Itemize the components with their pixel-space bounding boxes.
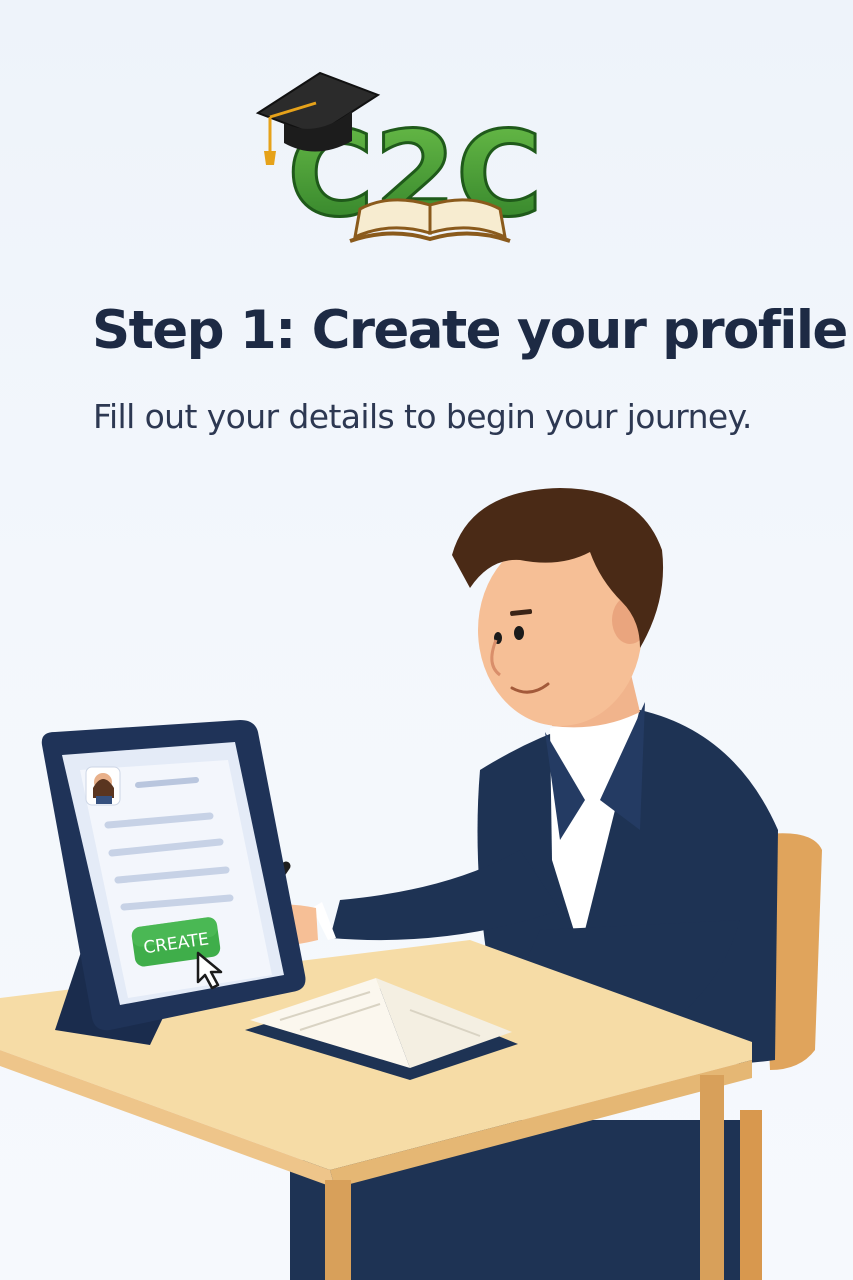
- tablet: [41, 720, 306, 1045]
- illustration-scene: CREATE: [0, 488, 822, 1280]
- page-subtitle: Fill out your details to begin your jour…: [93, 397, 752, 436]
- page-title: Step 1: Create your profile: [92, 300, 848, 361]
- c2c-logo: C2C: [255, 71, 544, 245]
